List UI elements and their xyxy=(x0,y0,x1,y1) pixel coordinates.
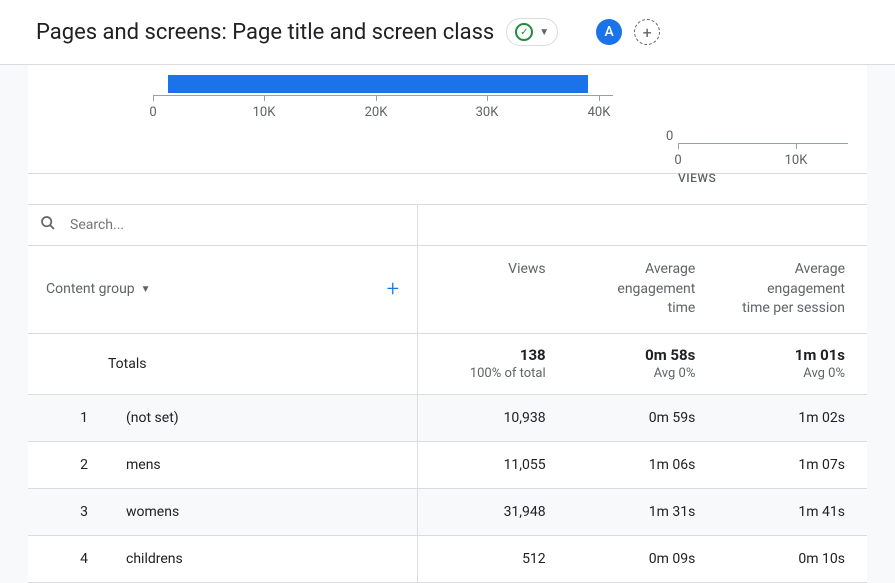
row-number: 4 xyxy=(68,551,88,567)
table-row[interactable]: 4 childrens 512 0m 09s 0m 10s xyxy=(28,536,867,583)
row-number: 2 xyxy=(68,457,88,473)
dimension-value: mens xyxy=(126,457,161,473)
page-header: Pages and screens: Page title and screen… xyxy=(0,0,895,65)
metric-header-aet[interactable]: Average engagement time xyxy=(568,246,718,333)
dimension-cell: 1 (not set) xyxy=(28,395,418,441)
metric-views: 10,938 xyxy=(418,395,568,441)
tick-label: 10K xyxy=(253,105,276,120)
totals-views-sub: 100% of total xyxy=(440,366,546,381)
check-icon: ✓ xyxy=(515,23,533,41)
table-row[interactable]: 2 mens 11,055 1m 06s 1m 07s xyxy=(28,442,867,489)
tick-label: 0 xyxy=(149,105,156,120)
metric-views: 31,948 xyxy=(418,489,568,535)
metric-views: 512 xyxy=(418,536,568,582)
table-row[interactable]: 3 womens 31,948 1m 31s 1m 41s xyxy=(28,489,867,536)
axis-label: VIEWS xyxy=(678,171,716,185)
totals-label: Totals xyxy=(28,334,418,394)
metric-header-views[interactable]: Views xyxy=(418,246,568,333)
y-zero-label: 0 xyxy=(666,129,673,144)
status-dropdown[interactable]: ✓ ▼ xyxy=(506,18,558,46)
tick-label: 40K xyxy=(588,105,611,120)
report-card: 0 10K 20K 30K 40K 0 0 10K VIEWS C xyxy=(28,65,867,583)
totals-aets-sub: Avg 0% xyxy=(739,366,845,381)
metric-header-aets[interactable]: Average engagement time per session xyxy=(717,246,867,333)
metric-aet: 0m 09s xyxy=(568,536,718,582)
search-icon xyxy=(40,215,56,235)
dimension-selector[interactable]: Content group ▼ xyxy=(46,281,151,297)
bar-chart: 0 10K 20K 30K 40K xyxy=(28,73,648,173)
add-comparison-button[interactable]: + xyxy=(634,19,660,45)
metric-aet: 1m 06s xyxy=(568,442,718,488)
dimension-value: childrens xyxy=(126,551,183,567)
metric-aets: 0m 10s xyxy=(717,536,867,582)
add-dimension-button[interactable]: + xyxy=(387,277,399,302)
avatar[interactable]: A xyxy=(596,19,622,45)
metric-aets: 1m 02s xyxy=(717,395,867,441)
secondary-chart: 0 0 10K VIEWS xyxy=(648,73,867,173)
tick-label: 0 xyxy=(674,153,681,168)
caret-down-icon: ▼ xyxy=(539,27,549,38)
row-number: 1 xyxy=(68,410,88,426)
search-input[interactable] xyxy=(70,217,409,233)
dimension-header: Content group ▼ + xyxy=(28,246,418,333)
dimension-label: Content group xyxy=(46,281,135,297)
totals-aets: 1m 01s xyxy=(739,346,845,364)
page-title: Pages and screens: Page title and screen… xyxy=(36,20,494,45)
dimension-value: womens xyxy=(126,504,179,520)
totals-aet: 0m 58s xyxy=(590,346,696,364)
search-row xyxy=(28,204,867,246)
dimension-cell: 4 childrens xyxy=(28,536,418,582)
table-header-row: Content group ▼ + Views Average engageme… xyxy=(28,246,867,334)
totals-views: 138 xyxy=(440,346,546,364)
dimension-value: (not set) xyxy=(126,410,179,426)
table-row[interactable]: 1 (not set) 10,938 0m 59s 1m 02s xyxy=(28,395,867,442)
totals-aet-sub: Avg 0% xyxy=(590,366,696,381)
tick-label: 30K xyxy=(476,105,499,120)
dimension-cell: 3 womens xyxy=(28,489,418,535)
metric-aets: 1m 41s xyxy=(717,489,867,535)
charts-area: 0 10K 20K 30K 40K 0 0 10K VIEWS xyxy=(28,73,867,174)
totals-row: Totals 138 100% of total 0m 58s Avg 0% 1… xyxy=(28,334,867,395)
metric-aet: 1m 31s xyxy=(568,489,718,535)
dimension-cell: 2 mens xyxy=(28,442,418,488)
tick-label: 20K xyxy=(365,105,388,120)
bar xyxy=(168,75,588,93)
row-number: 3 xyxy=(68,504,88,520)
tick-label: 10K xyxy=(785,153,808,168)
metric-aets: 1m 07s xyxy=(717,442,867,488)
caret-down-icon: ▼ xyxy=(141,284,151,295)
metric-views: 11,055 xyxy=(418,442,568,488)
metric-aet: 0m 59s xyxy=(568,395,718,441)
search-cell xyxy=(28,205,418,245)
